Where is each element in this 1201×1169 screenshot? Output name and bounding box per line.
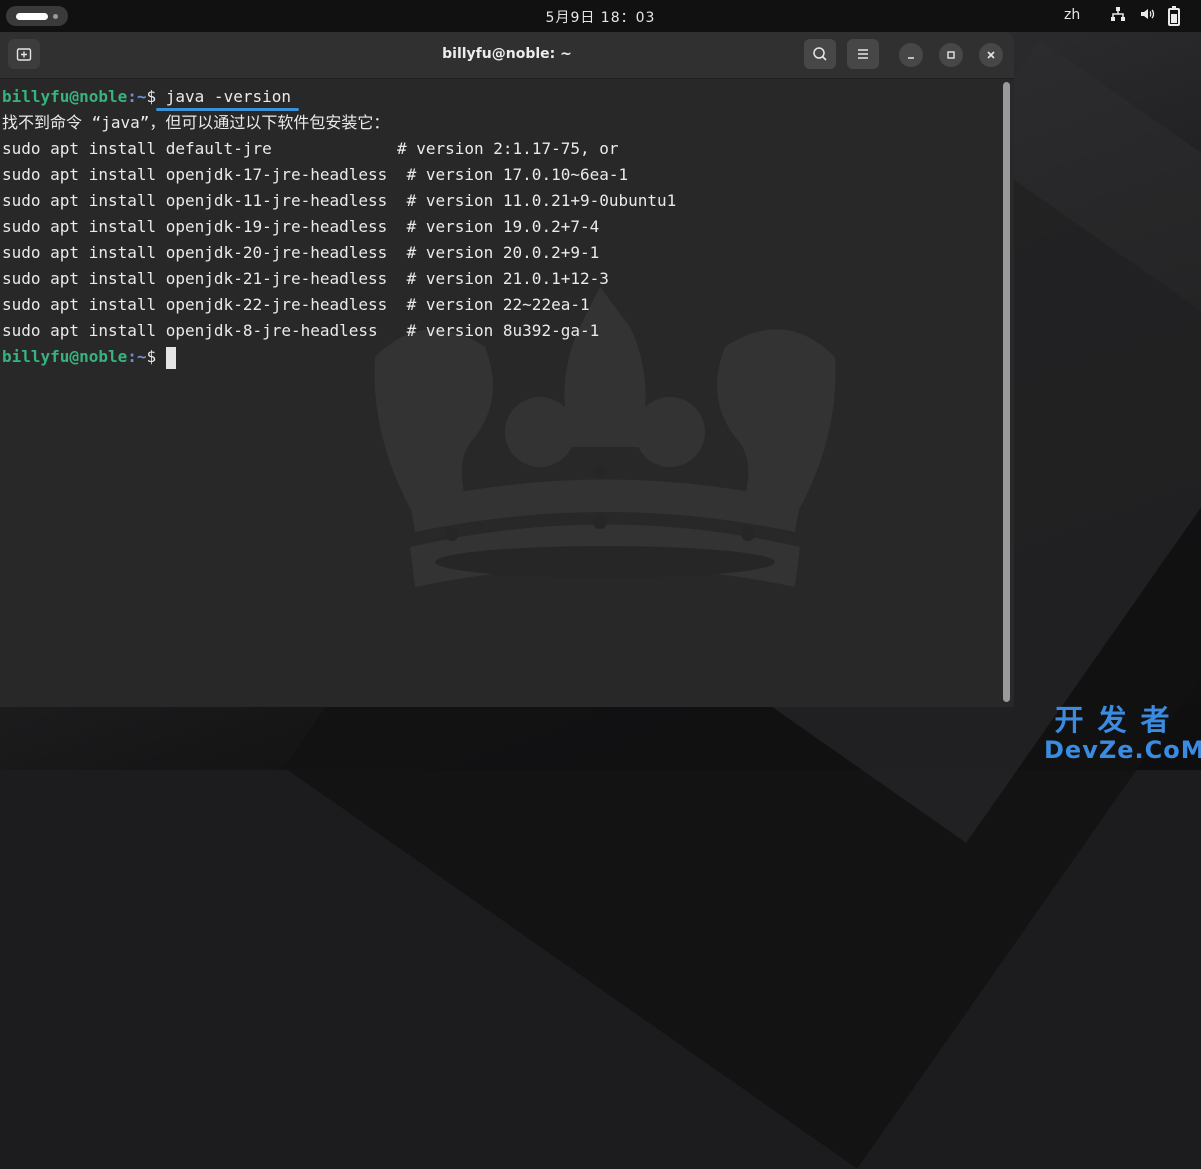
title-bar[interactable]: billyfu@noble: ~ <box>0 32 1014 79</box>
command-highlight <box>155 108 299 111</box>
prompt-user: billyfu@noble <box>2 87 128 106</box>
terminal-window: billyfu@noble: ~ billyfu@noble:~$ java -… <box>0 32 1014 707</box>
clock[interactable]: 5月9日 18：03 <box>0 7 1201 27</box>
prompt-symbol: $ <box>146 347 166 366</box>
prompt-path: :~ <box>127 347 147 366</box>
minimize-icon <box>908 57 914 59</box>
watermark-line1: 开发者 <box>1054 703 1184 737</box>
suggestion-line: sudo apt install openjdk-19-jre-headless… <box>2 217 600 236</box>
battery-icon[interactable] <box>1168 6 1180 26</box>
search-button[interactable] <box>804 39 836 69</box>
prompt-line: billyfu@noble:~$ <box>2 344 992 370</box>
text-cursor <box>165 346 176 369</box>
maximize-button[interactable] <box>939 43 963 67</box>
prompt-line: billyfu@noble:~$ java -version <box>2 84 992 111</box>
network-icon[interactable] <box>1110 6 1126 26</box>
suggestion-line: sudo apt install openjdk-8-jre-headless … <box>2 321 600 340</box>
search-icon <box>813 47 827 61</box>
prompt-symbol: $ <box>146 87 166 106</box>
close-icon <box>987 51 995 59</box>
minimize-button[interactable] <box>899 43 923 67</box>
top-bar: 5月9日 18：03 zh <box>0 0 1201 32</box>
terminal-output[interactable]: billyfu@noble:~$ java -version 找不到命令 “ja… <box>2 84 992 370</box>
close-button[interactable] <box>979 43 1003 67</box>
command-text: java -version <box>155 87 299 111</box>
suggestion-line: sudo apt install openjdk-20-jre-headless… <box>2 243 600 262</box>
suggestion-line: sudo apt install openjdk-11-jre-headless… <box>2 191 677 210</box>
suggestion-line: sudo apt install openjdk-21-jre-headless… <box>2 269 609 288</box>
menu-icon <box>858 49 868 59</box>
prompt-user: billyfu@noble <box>2 347 128 366</box>
watermark-line2: DevZe.CoM <box>1044 736 1201 764</box>
prompt-path: :~ <box>127 87 147 106</box>
maximize-icon <box>947 51 955 59</box>
suggestion-line: sudo apt install openjdk-17-jre-headless… <box>2 165 629 184</box>
suggestion-line: sudo apt install default-jre # version 2… <box>2 139 619 158</box>
menu-button[interactable] <box>847 39 879 69</box>
volume-icon[interactable] <box>1139 6 1155 26</box>
suggestion-line: sudo apt install openjdk-22-jre-headless… <box>2 295 590 314</box>
input-language-indicator[interactable]: zh <box>1064 7 1080 23</box>
error-message: 找不到命令 “java”，但可以通过以下软件包安装它： <box>2 113 390 132</box>
site-watermark: 开发者 DevZe.CoM <box>1044 703 1201 765</box>
scrollbar[interactable] <box>1003 82 1010 702</box>
